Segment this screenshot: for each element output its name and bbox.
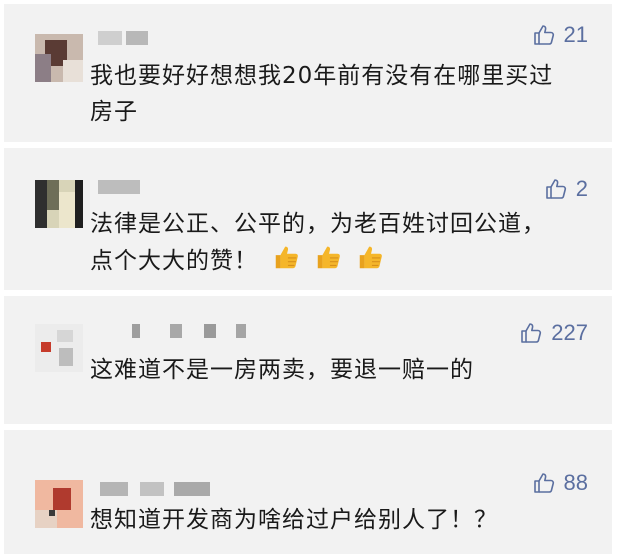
- avatar[interactable]: [35, 34, 83, 82]
- thumbs-up-emoji: [317, 246, 340, 269]
- avatar[interactable]: [35, 480, 83, 528]
- thumbs-up-emoji: [275, 246, 298, 269]
- like-count: 227: [551, 320, 588, 345]
- comment-card: 21 我也要好好想想我20年前有没有在哪里买过房子: [4, 4, 612, 142]
- like-count: 21: [563, 22, 588, 47]
- like-button[interactable]: 227: [519, 320, 588, 346]
- avatar[interactable]: [35, 180, 83, 228]
- username[interactable]: [132, 324, 252, 338]
- comment-text: 想知道开发商为啥给过户给别人了！？: [90, 507, 498, 533]
- comment-card: 2 法律是公正、公平的，为老百姓讨回公道，点个大大的赞！: [4, 148, 612, 290]
- comment-text: 我也要好好想想我20年前有没有在哪里买过房子: [90, 63, 554, 125]
- like-button[interactable]: 21: [532, 22, 588, 48]
- like-count: 88: [563, 470, 588, 495]
- emoji-row: [258, 246, 386, 274]
- username[interactable]: [98, 31, 150, 45]
- username[interactable]: [98, 180, 142, 194]
- comment-text: 这难道不是一房两卖，要退一赔一的: [90, 357, 474, 383]
- comment-text: 法律是公正、公平的，为老百姓讨回公道，点个大大的赞！: [90, 206, 560, 279]
- username[interactable]: [100, 482, 220, 496]
- like-button[interactable]: 2: [544, 176, 588, 202]
- thumb-up-outline-icon: [533, 25, 554, 45]
- thumb-up-outline-icon: [545, 179, 566, 199]
- avatar[interactable]: [35, 324, 83, 372]
- like-button[interactable]: 88: [532, 470, 588, 496]
- thumb-up-outline-icon: [521, 323, 542, 343]
- comment-card: 88 想知道开发商为啥给过户给别人了！？: [4, 430, 612, 554]
- comment-card: 227 这难道不是一房两卖，要退一赔一的: [4, 296, 612, 424]
- like-count: 2: [575, 176, 588, 201]
- thumbs-up-emoji: [359, 246, 382, 269]
- thumb-up-outline-icon: [533, 473, 554, 493]
